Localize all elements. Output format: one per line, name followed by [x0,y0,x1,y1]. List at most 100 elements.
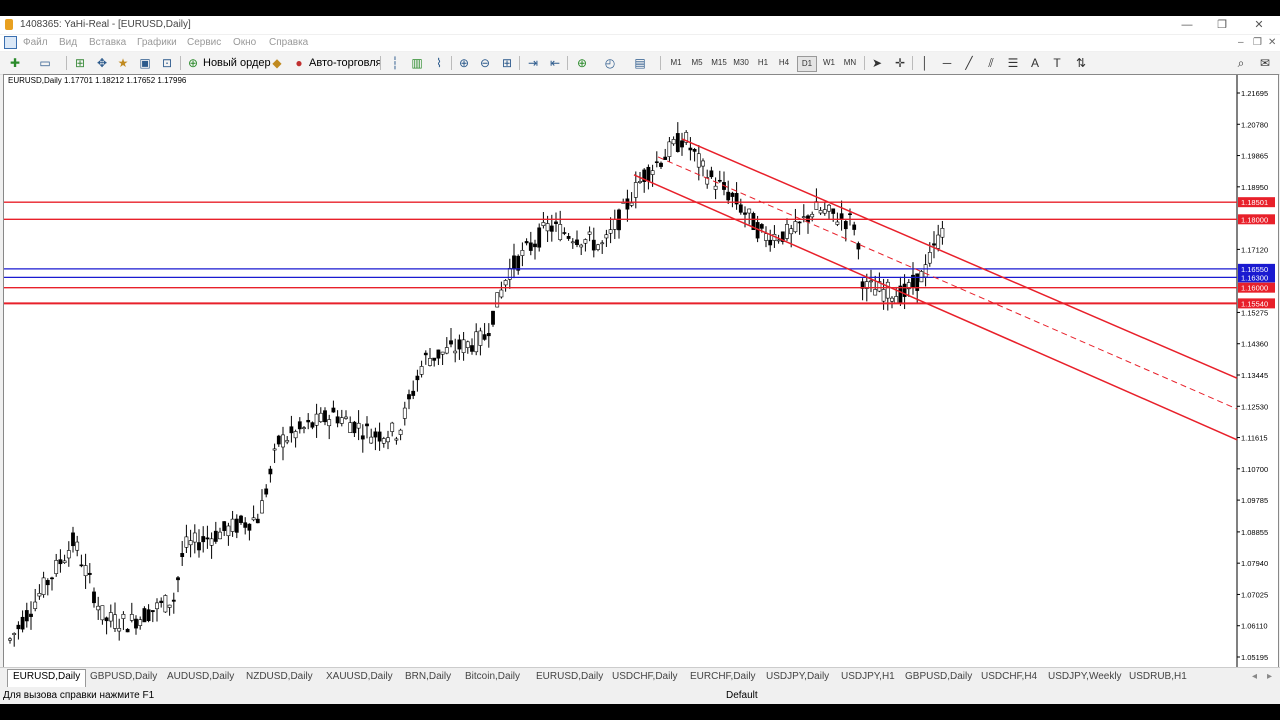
candle-body [835,221,840,225]
menu-file[interactable]: Файл [23,37,48,48]
timeframe-h1[interactable]: H1 [754,56,772,70]
candle-body [583,239,588,244]
candle-body [247,523,252,531]
price-tick-label: 1.05195 [1241,653,1268,662]
menu-window[interactable]: Окно [233,37,256,48]
profiles-icon[interactable]: ▭ [38,56,52,70]
candle-body [398,429,403,435]
timeframe-m5[interactable]: M5 [688,56,706,70]
periods-icon[interactable]: ◴ [603,56,617,70]
menu-charts[interactable]: Графики [137,37,177,48]
timeframe-w1[interactable]: W1 [820,56,838,70]
fibonacci-icon[interactable]: ☰ [1006,56,1020,70]
timeframe-m15[interactable]: M15 [710,56,728,70]
tab-bitcoin-daily[interactable]: Bitcoin,Daily [465,671,520,682]
tab-eurchf-daily[interactable]: EURCHF,Daily [690,671,756,682]
equidistant-channel-icon[interactable]: ⫽ [984,56,998,70]
chat-icon[interactable]: ✉ [1258,56,1272,70]
candle-body [339,417,344,424]
tab-usdjpy-h1[interactable]: USDJPY,H1 [841,671,895,682]
search-icon[interactable]: ⌕ [1234,56,1248,70]
horizontal-line-icon[interactable]: ─ [940,56,954,70]
candle-body [268,468,273,475]
candle-body [461,339,466,353]
text-label-icon[interactable]: T [1050,56,1064,70]
timeframe-d1[interactable]: D1 [797,56,817,72]
tab-xauusd-daily[interactable]: XAUUSD,Daily [326,671,393,682]
menu-help[interactable]: Справка [269,37,308,48]
cursor-icon[interactable]: ➤ [870,56,884,70]
metaeditor-icon[interactable]: ◆ [270,56,284,70]
title-bar: 1408365: YaHi-Real - [EURUSD,Daily] — ❐ … [0,16,1280,34]
candle-body [759,224,764,229]
tab-brn-daily[interactable]: BRN,Daily [405,671,451,682]
candle-body [129,614,134,621]
indicators-icon[interactable]: ⊕ [575,56,589,70]
new-chart-icon[interactable]: ✚ [8,56,22,70]
line-chart-icon[interactable]: ⌇ [432,56,446,70]
chart-window-icon[interactable] [4,36,17,49]
vertical-line-icon[interactable]: │ [918,56,932,70]
menu-insert[interactable]: Вставка [89,37,126,48]
tab-scroll-right-icon[interactable]: ▸ [1267,671,1272,682]
bar-chart-icon[interactable]: ┆ [388,56,402,70]
navigator-icon[interactable]: ★ [116,56,130,70]
market-watch-icon[interactable]: ⊞ [73,56,87,70]
chart-area[interactable]: 1.18501 1.18000 1.16550 1.16300 1.16000 1.155… [3,74,1279,686]
tab-gbpusd-daily[interactable]: GBPUSD,Daily [90,671,157,682]
tab-usdchf-daily[interactable]: USDCHF,Daily [612,671,678,682]
tab-usdjpy-weekly[interactable]: USDJPY,Weekly [1048,671,1122,682]
candle-body [537,227,542,248]
chart-shift-icon[interactable]: ⇤ [548,56,562,70]
tab-eurusd-daily-2[interactable]: EURUSD,Daily [536,671,603,682]
tab-scroll-left-icon[interactable]: ◂ [1252,671,1257,682]
candle-body [289,426,294,434]
timeframe-h4[interactable]: H4 [775,56,793,70]
tab-eurusd-daily[interactable]: EURUSD,Daily [7,669,87,687]
candle-body [419,366,424,375]
zoom-out-icon[interactable]: ⊖ [478,56,492,70]
data-window-icon[interactable]: ✥ [95,56,109,70]
auto-scroll-icon[interactable]: ⇥ [526,56,540,70]
trendline-icon[interactable]: ╱ [962,56,976,70]
terminal-icon[interactable]: ▣ [138,56,152,70]
candle-body [293,431,298,439]
tab-gbpusd-daily-2[interactable]: GBPUSD,Daily [905,671,972,682]
timeframe-mn[interactable]: MN [841,56,859,70]
autotrading-button[interactable]: Авто-торговля [309,54,382,72]
level-label: 1.16000 [1241,284,1268,293]
price-tick-label: 1.18950 [1241,183,1268,192]
templates-icon[interactable]: ▤ [633,56,647,70]
tab-nzdusd-daily[interactable]: NZDUSD,Daily [246,671,313,682]
candle-body [743,212,747,215]
close-button[interactable]: ✕ [1250,18,1268,32]
tab-audusd-daily[interactable]: AUDUSD,Daily [167,671,234,682]
zoom-in-icon[interactable]: ⊕ [457,56,471,70]
mdi-minimize-button[interactable]: – [1238,37,1244,48]
timeframe-m1[interactable]: M1 [667,56,685,70]
mdi-close-button[interactable]: ✕ [1268,37,1276,48]
arrows-icon[interactable]: ⇅ [1074,56,1088,70]
candlestick-icon[interactable]: ▥ [410,56,424,70]
crosshair-icon[interactable]: ✛ [893,56,907,70]
candle-body [255,518,260,524]
tab-usdjpy-daily[interactable]: USDJPY,Daily [766,671,829,682]
timeframe-m30[interactable]: M30 [732,56,750,70]
new-order-icon[interactable]: ⊕ [186,56,200,70]
minimize-button[interactable]: — [1178,18,1196,32]
maximize-button[interactable]: ❐ [1213,18,1231,32]
menu-view[interactable]: Вид [59,37,77,48]
tab-usdchf-h4[interactable]: USDCHF,H4 [981,671,1037,682]
menu-tools[interactable]: Сервис [187,37,221,48]
candle-body [478,330,483,346]
new-order-button[interactable]: Новый ордер [203,54,271,72]
candle-body [797,221,802,224]
price-chart[interactable]: 1.185011.180001.165501.163001.160001.155… [4,75,1278,685]
tab-usdrub-h1[interactable]: USDRUB,H1 [1129,671,1187,682]
autotrading-icon[interactable]: ● [292,56,306,70]
strategy-tester-icon[interactable]: ⊡ [160,56,174,70]
mdi-restore-button[interactable]: ❐ [1253,37,1262,48]
tile-windows-icon[interactable]: ⊞ [500,56,514,70]
candle-body [432,357,437,361]
text-icon[interactable]: A [1028,56,1042,70]
